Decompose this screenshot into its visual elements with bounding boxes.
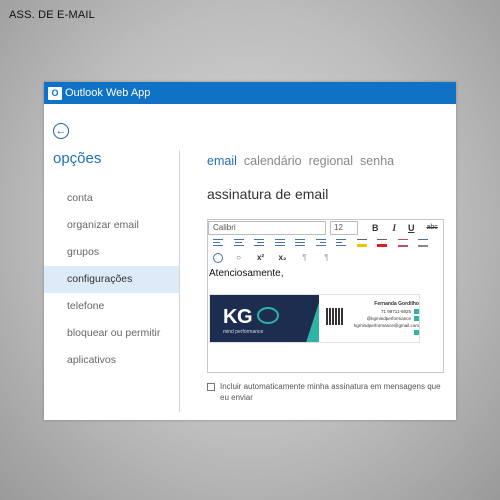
indent-increase-icon[interactable] — [315, 238, 326, 248]
signature-editor[interactable]: Calibri 12 B I U abc ○ x² x₂ ¶ ¶ Atencio… — [207, 219, 444, 373]
signature-logo-banner: KG mind performance — [210, 295, 320, 342]
qr-code-icon — [326, 308, 343, 325]
signature-phone: 71 99711-6925 — [381, 309, 411, 314]
underline-button[interactable]: U — [408, 223, 415, 233]
back-arrow-icon[interactable]: ← — [53, 123, 69, 139]
highlight-icon[interactable] — [356, 238, 367, 248]
superscript-icon[interactable]: x² — [256, 253, 266, 262]
align-center-icon[interactable] — [233, 238, 244, 248]
strikethrough-alt-icon[interactable] — [418, 238, 428, 248]
strikethrough-button[interactable]: abc — [427, 224, 438, 231]
options-sidebar: opções conta organizar email grupos conf… — [44, 150, 179, 374]
sidebar-item-organizar-email[interactable]: organizar email — [44, 212, 179, 239]
numbered-list-icon[interactable] — [295, 238, 305, 248]
italic-button[interactable]: I — [393, 223, 397, 233]
signature-name: Fernanda Gordilho — [374, 301, 419, 307]
align-right-icon[interactable] — [254, 238, 264, 248]
tab-senha[interactable]: senha — [360, 154, 394, 168]
sidebar-item-grupos[interactable]: grupos — [44, 239, 179, 266]
kg-swirl-icon — [257, 307, 279, 324]
app-title: Outlook Web App — [65, 87, 151, 99]
auto-signature-checkbox[interactable] — [207, 383, 215, 391]
bold-button[interactable]: B — [372, 223, 379, 233]
tab-email[interactable]: email — [207, 154, 237, 168]
clear-format-icon[interactable] — [397, 238, 408, 248]
editor-toolbar-top: Calibri 12 B I U abc — [208, 220, 443, 235]
sidebar-item-conta[interactable]: conta — [44, 185, 179, 212]
editor-toolbar-middle — [208, 235, 443, 250]
tab-calendario[interactable]: calendário — [244, 154, 302, 168]
auto-signature-label: Incluir automaticamente minha assinatura… — [220, 382, 441, 402]
instagram-icon — [414, 316, 419, 322]
signature-email: kgmindperformance@gmail.com — [354, 323, 419, 328]
tab-regional[interactable]: regional — [309, 154, 353, 168]
font-color-icon[interactable] — [377, 238, 387, 248]
indent-decrease-icon[interactable] — [336, 238, 346, 248]
email-icon — [414, 330, 419, 336]
sidebar-item-configuracoes[interactable]: configurações — [44, 266, 179, 293]
sidebar-item-aplicativos[interactable]: aplicativos — [44, 347, 179, 374]
titlebar: O Outlook Web App — [44, 82, 456, 104]
kg-logo: KG — [223, 306, 253, 328]
ltr-icon[interactable]: ¶ — [300, 253, 310, 262]
outlook-logo-icon: O — [48, 86, 62, 100]
align-left-icon[interactable] — [213, 238, 223, 248]
bullet-list-icon[interactable] — [274, 238, 285, 248]
sidebar-divider — [179, 150, 180, 412]
font-size-select[interactable]: 12 — [330, 220, 358, 235]
signature-instagram: @kgmindperformance — [366, 316, 411, 321]
signature-contact-info: Fernanda Gordilho 71 99711-6925 @kgmindp… — [348, 301, 419, 342]
font-family-select[interactable]: Calibri — [208, 220, 326, 235]
rtl-icon[interactable]: ¶ — [322, 253, 332, 262]
settings-tabs: email calendário regional senha — [207, 154, 447, 168]
insert-image-icon[interactable] — [213, 252, 223, 263]
settings-content: email calendário regional senha assinatu… — [207, 154, 447, 403]
page-label: ASS. DE E-MAIL — [9, 9, 95, 21]
auto-signature-option: Incluir automaticamente minha assinatura… — [207, 381, 447, 403]
sidebar-item-telefone[interactable]: telefone — [44, 293, 179, 320]
sidebar-item-bloquear[interactable]: bloquear ou permitir — [44, 320, 179, 347]
section-title: assinatura de email — [207, 186, 329, 202]
whatsapp-icon — [414, 309, 419, 315]
kg-subtitle: mind performance — [223, 329, 264, 335]
outlook-window: O Outlook Web App ← opções conta organiz… — [44, 82, 456, 420]
editor-toolbar-bottom: ○ x² x₂ ¶ ¶ — [208, 250, 443, 265]
sidebar-title: opções — [53, 150, 102, 167]
signature-greeting: Atenciosamente, — [209, 268, 284, 279]
subscript-icon[interactable]: x₂ — [278, 253, 288, 262]
link-icon[interactable]: ○ — [234, 253, 244, 262]
signature-image: KG mind performance Fernanda Gordilho 71… — [209, 294, 420, 343]
